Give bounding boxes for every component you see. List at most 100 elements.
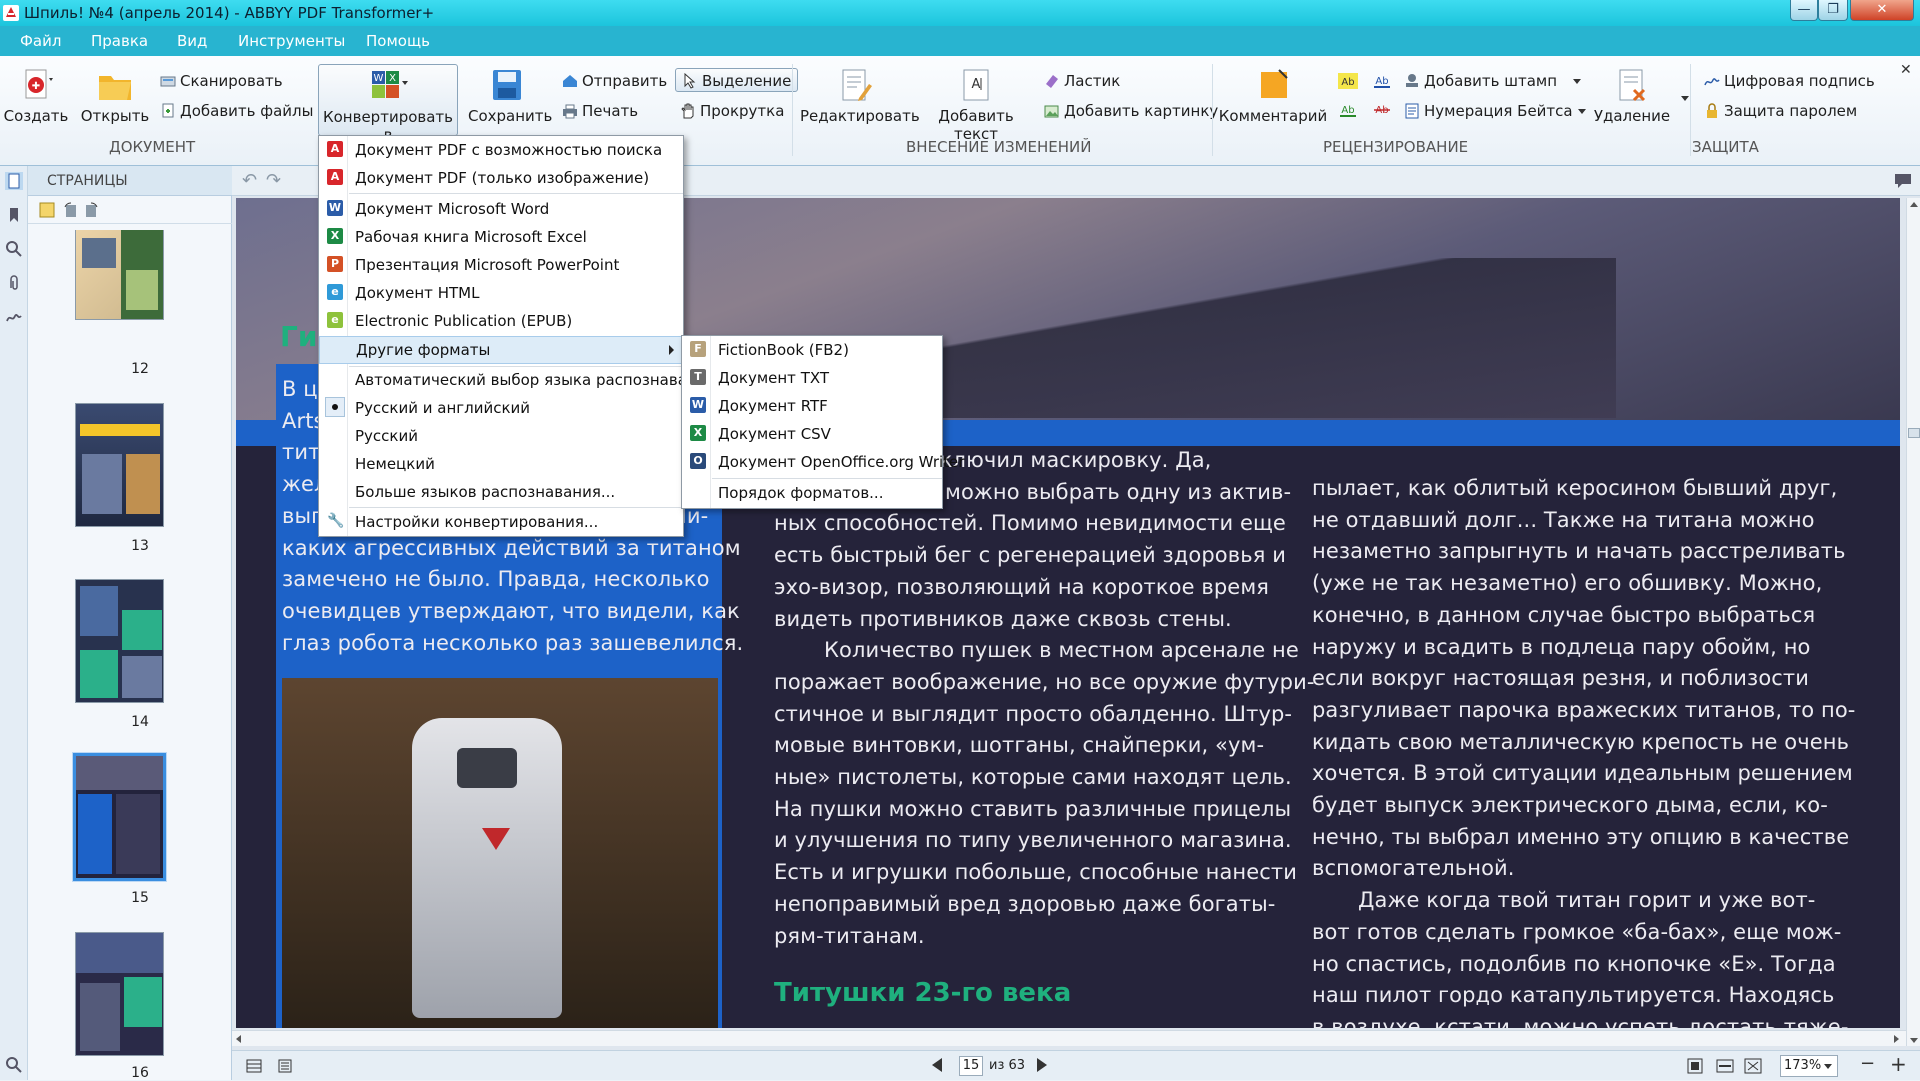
menu-item-odt[interactable]: O Документ OpenOffice.org Writer bbox=[682, 449, 964, 475]
rotate-right-icon[interactable] bbox=[82, 201, 100, 219]
underline-green-icon[interactable]: Ab bbox=[1338, 102, 1358, 118]
bates-numbering-button[interactable]: Нумерация Бейтса bbox=[1404, 99, 1586, 123]
viewer-hscroll[interactable] bbox=[232, 1030, 1906, 1046]
menu-item-pdf-image[interactable]: A Документ PDF (только изображение) bbox=[319, 165, 683, 191]
add-files-button[interactable]: Добавить файлы bbox=[160, 99, 313, 123]
menu-tools[interactable]: Инструменты bbox=[238, 32, 345, 50]
actual-size-icon[interactable] bbox=[1744, 1058, 1762, 1074]
chevron-down-icon[interactable] bbox=[1681, 96, 1689, 101]
pages-panel: СТРАНИЦЫ 12 13 14 15 16 bbox=[28, 166, 258, 1081]
page-number: 14 bbox=[131, 714, 149, 730]
other-formats-submenu: F FictionBook (FB2) T Документ TXT W Докуме… bbox=[681, 335, 964, 509]
menu-item-epub[interactable]: e Electronic Publication (EPUB) bbox=[319, 308, 683, 334]
zoom-dropdown[interactable]: 173% bbox=[1780, 1055, 1838, 1077]
create-button[interactable]: ✚ Создать bbox=[2, 68, 70, 125]
scroll-left-arrow[interactable] bbox=[236, 1035, 241, 1043]
save-button[interactable]: Сохранить bbox=[468, 68, 552, 125]
ribbon-close-icon[interactable]: ✕ bbox=[1900, 62, 1912, 78]
attachment-icon[interactable] bbox=[5, 274, 23, 292]
search-icon[interactable] bbox=[5, 240, 23, 258]
menu-item-conversion-settings[interactable]: 🔧 Настройки конвертирования... bbox=[319, 509, 683, 535]
scan-button[interactable]: Сканировать bbox=[160, 69, 283, 93]
highlight-text-icon[interactable]: Ab bbox=[1338, 73, 1358, 89]
add-text-button[interactable]: A Добавить текст bbox=[917, 68, 1035, 143]
page-thumbnail[interactable] bbox=[75, 579, 164, 703]
svg-text:Ab: Ab bbox=[1341, 105, 1354, 116]
bookmark-icon[interactable] bbox=[5, 206, 23, 224]
viewer-vscroll[interactable] bbox=[1906, 198, 1920, 1046]
add-stamp-button[interactable]: Добавить штамп bbox=[1404, 69, 1582, 93]
page-settings-icon[interactable] bbox=[38, 201, 56, 219]
menu-item-auto-language[interactable]: Автоматический выбор языка распознавания bbox=[319, 367, 715, 393]
eraser-button[interactable]: Ластик bbox=[1044, 69, 1120, 93]
strikethrough-text-icon[interactable]: Ab bbox=[1372, 102, 1392, 118]
menu-item-german[interactable]: Немецкий bbox=[319, 451, 683, 477]
menu-separator bbox=[349, 507, 683, 508]
pages-panel-icon[interactable] bbox=[5, 172, 23, 190]
single-page-view-icon[interactable] bbox=[246, 1059, 262, 1073]
menu-item-word[interactable]: W Документ Microsoft Word bbox=[319, 196, 683, 222]
add-picture-button[interactable]: Добавить картинку bbox=[1044, 99, 1218, 123]
rotate-left-icon[interactable] bbox=[62, 201, 80, 219]
page-number-input[interactable]: 15 bbox=[959, 1056, 983, 1076]
menu-item-fb2[interactable]: F FictionBook (FB2) bbox=[682, 337, 942, 363]
zoom-out-button[interactable]: − bbox=[1860, 1053, 1875, 1074]
menu-help[interactable]: Помощь bbox=[366, 32, 430, 50]
delete-button[interactable]: Удаление bbox=[1592, 68, 1672, 125]
undo-icon[interactable]: ↶ bbox=[242, 170, 257, 191]
edit-button[interactable]: Редактировать bbox=[800, 68, 920, 125]
comment-button[interactable]: Комментарий bbox=[1218, 68, 1328, 125]
menu-separator bbox=[349, 193, 683, 194]
signature-panel-icon[interactable] bbox=[5, 308, 23, 326]
fit-width-icon[interactable] bbox=[1716, 1058, 1734, 1074]
page-number: 12 bbox=[131, 361, 149, 377]
page-thumbnail-selected[interactable] bbox=[73, 753, 166, 881]
menu-item-russian[interactable]: Русский bbox=[319, 423, 683, 449]
continuous-view-icon[interactable] bbox=[278, 1059, 292, 1073]
scroll-down-arrow[interactable] bbox=[1910, 1038, 1918, 1043]
menu-item-powerpoint[interactable]: P Презентация Microsoft PowerPoint bbox=[319, 252, 683, 278]
comments-pane-icon[interactable] bbox=[1894, 173, 1912, 189]
scroll-thumb[interactable] bbox=[1908, 428, 1920, 438]
page-thumbnail[interactable] bbox=[75, 932, 164, 1056]
scroll-tool-button[interactable]: Прокрутка bbox=[680, 99, 784, 123]
convert-button[interactable]: WX Конвертировать в bbox=[318, 64, 458, 144]
add-files-icon bbox=[162, 103, 174, 118]
print-button[interactable]: Печать bbox=[562, 99, 638, 123]
text-line: наш пилот гордо катапультируется. Находя… bbox=[1312, 983, 1835, 1008]
next-page-icon[interactable] bbox=[1037, 1058, 1047, 1072]
page-number: 16 bbox=[131, 1065, 149, 1081]
menu-item-other-formats[interactable]: Другие форматы bbox=[319, 336, 683, 364]
underline-text-icon[interactable]: Ab bbox=[1372, 73, 1392, 89]
page-thumbnail[interactable] bbox=[75, 403, 164, 527]
menu-item-more-languages[interactable]: Больше языков распознавания... bbox=[319, 479, 683, 505]
password-protect-button[interactable]: Защита паролем bbox=[1704, 99, 1857, 123]
previous-page-icon[interactable] bbox=[932, 1058, 942, 1072]
scroll-up-arrow[interactable] bbox=[1910, 202, 1918, 207]
fit-page-icon[interactable] bbox=[1686, 1058, 1704, 1074]
page-thumbnail[interactable] bbox=[75, 230, 164, 320]
menu-item-csv[interactable]: X Документ CSV bbox=[682, 421, 942, 447]
menu-item-excel[interactable]: X Рабочая книга Microsoft Excel bbox=[319, 224, 683, 250]
text-line: ных способностей. Помимо невидимости еще bbox=[774, 511, 1286, 536]
printer-icon bbox=[563, 104, 577, 119]
menu-item-russian-english[interactable]: Русский и английский bbox=[319, 395, 683, 421]
menu-item-rtf[interactable]: W Документ RTF bbox=[682, 393, 942, 419]
redo-icon[interactable]: ↷ bbox=[266, 170, 281, 191]
zoom-in-button[interactable]: + bbox=[1890, 1052, 1907, 1076]
menu-item-format-order[interactable]: Порядок форматов... bbox=[682, 480, 942, 506]
maximize-button[interactable]: ❐ bbox=[1818, 0, 1848, 21]
menu-item-txt[interactable]: T Документ TXT bbox=[682, 365, 942, 391]
menu-item-html[interactable]: e Документ HTML bbox=[319, 280, 683, 306]
menu-view[interactable]: Вид bbox=[177, 32, 207, 50]
digital-signature-button[interactable]: Цифровая подпись bbox=[1704, 69, 1875, 93]
menu-item-pdf-searchable[interactable]: A Документ PDF с возможностью поиска bbox=[319, 137, 683, 163]
close-button[interactable]: ✕ bbox=[1850, 0, 1914, 21]
select-tool-button[interactable]: Выделение bbox=[675, 68, 799, 92]
scroll-right-arrow[interactable] bbox=[1894, 1035, 1899, 1043]
menu-edit[interactable]: Правка bbox=[91, 32, 148, 50]
menu-file[interactable]: Файл bbox=[20, 32, 61, 50]
open-button[interactable]: Открыть bbox=[80, 68, 150, 125]
minimize-button[interactable]: — bbox=[1790, 0, 1818, 21]
send-button[interactable]: Отправить bbox=[562, 69, 667, 93]
